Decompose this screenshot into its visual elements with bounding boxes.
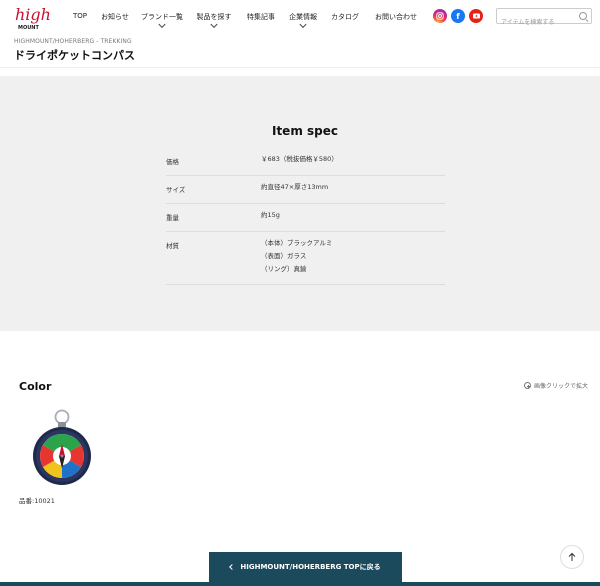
nav-company[interactable]: 企業情報 xyxy=(282,0,324,34)
breadcrumb[interactable]: HIGHMOUNT/HOHERBERG - TREKKING xyxy=(14,38,132,45)
sku-label: 品番:10021 xyxy=(19,497,55,505)
spec-row-material: 材質 （本体）ブラックアルミ （表面）ガラス （リング）真鍮 xyxy=(166,232,445,285)
spec-label: 材質 xyxy=(166,242,179,250)
nav-products[interactable]: 製品を探す xyxy=(188,0,240,34)
svg-text:MOUNT: MOUNT xyxy=(18,25,39,31)
spec-value: （リング）真鍮 xyxy=(261,265,307,273)
spec-label: サイズ xyxy=(166,186,186,194)
facebook-icon[interactable]: f xyxy=(451,9,465,23)
spec-title: Item spec xyxy=(271,124,338,138)
search-input[interactable] xyxy=(497,15,583,30)
nav-contact[interactable]: お問い合わせ xyxy=(366,0,426,34)
footer-bar xyxy=(0,582,600,586)
nav-top[interactable]: TOP xyxy=(66,0,94,34)
nav-catalog[interactable]: カタログ xyxy=(324,0,366,34)
chevron-down-icon xyxy=(210,20,218,29)
nav-news[interactable]: お知らせ xyxy=(94,0,136,34)
product-image-compass[interactable] xyxy=(26,408,98,488)
arrow-up-icon xyxy=(568,552,576,561)
spec-value: （本体）ブラックアルミ xyxy=(261,239,333,247)
chevron-down-icon xyxy=(299,20,307,29)
instagram-icon[interactable] xyxy=(433,9,447,23)
spec-row-price: 価格 ￥683（税抜価格￥580） xyxy=(166,148,445,176)
search-box xyxy=(496,8,592,30)
scroll-to-top-button[interactable] xyxy=(560,545,584,569)
spec-row-size: サイズ 約直径47×厚さ13mm xyxy=(166,176,445,204)
spec-label: 重量 xyxy=(166,214,179,222)
nav-brands[interactable]: ブランド一覧 xyxy=(136,0,188,34)
zoom-in-icon xyxy=(524,382,531,389)
site-header: high MOUNT TOP お知らせ ブランド一覧 製品を探す 特集記事 企業… xyxy=(0,0,600,34)
zoom-hint: 画像クリックで拡大 xyxy=(524,381,588,390)
search-icon[interactable] xyxy=(579,12,587,20)
highmount-logo[interactable]: high MOUNT xyxy=(14,4,54,32)
color-title: Color xyxy=(19,380,52,393)
spec-value: （表面）ガラス xyxy=(261,252,307,260)
spec-label: 価格 xyxy=(166,158,179,166)
spec-row-weight: 重量 約15g xyxy=(166,204,445,232)
spec-value: 約15g xyxy=(261,211,280,219)
chevron-down-icon xyxy=(158,20,166,29)
youtube-icon[interactable] xyxy=(469,9,483,23)
svg-text:high: high xyxy=(15,5,51,24)
spec-value: 約直径47×厚さ13mm xyxy=(261,183,329,191)
nav-features[interactable]: 特集記事 xyxy=(240,0,282,34)
item-spec-section: Item spec 価格 ￥683（税抜価格￥580） サイズ 約直径47×厚さ… xyxy=(0,76,600,331)
back-to-brand-top-button[interactable]: HIGHMOUNT/HOHERBERG TOPに戻る xyxy=(209,552,402,582)
global-nav: TOP お知らせ ブランド一覧 製品を探す 特集記事 企業情報 カタログ お問い… xyxy=(66,0,426,34)
chevron-left-icon xyxy=(229,564,236,570)
spec-value: ￥683（税抜価格￥580） xyxy=(261,155,338,163)
divider xyxy=(0,67,600,68)
spec-table: 価格 ￥683（税抜価格￥580） サイズ 約直径47×厚さ13mm 重量 約1… xyxy=(166,148,445,285)
page-title: ドライポケットコンパス xyxy=(14,49,135,62)
